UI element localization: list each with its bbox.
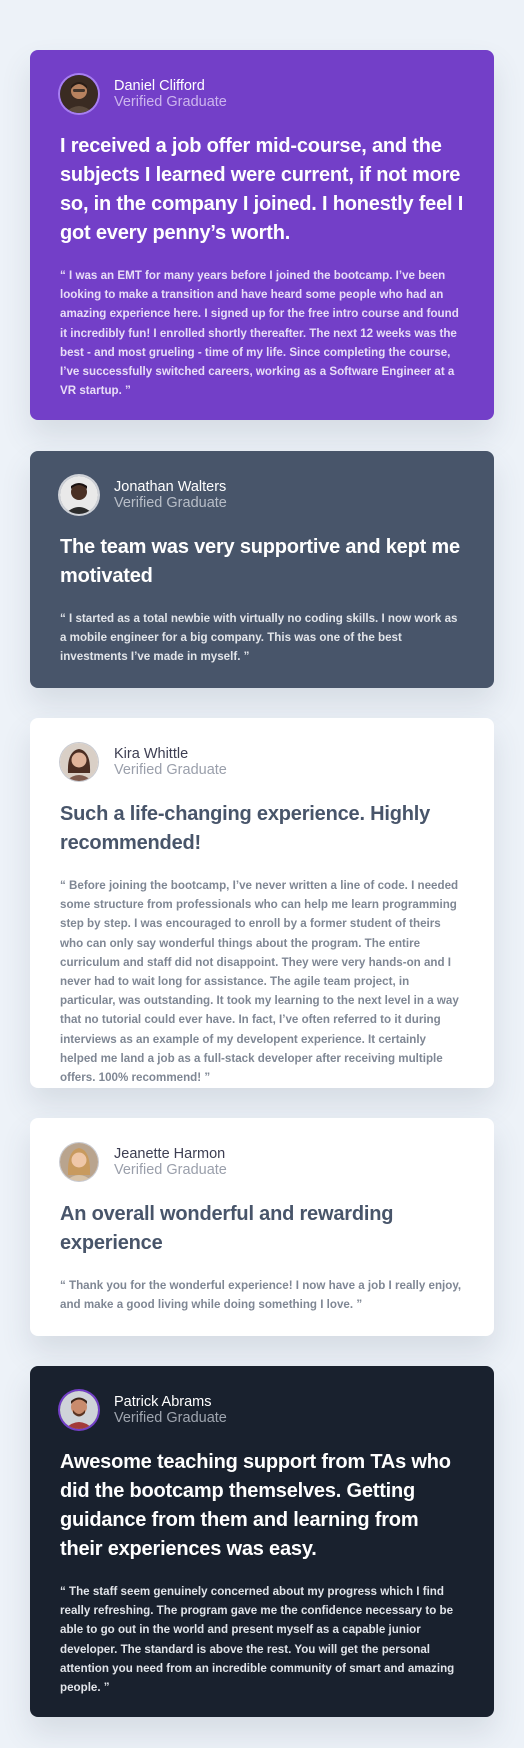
testimonials-page: Daniel Clifford Verified Graduate I rece… [0,0,524,1748]
author-role: Verified Graduate [114,1410,227,1426]
testimonial-card: Patrick Abrams Verified Graduate Awesome… [30,1366,494,1717]
avatar [60,743,98,781]
author-name: Kira Whittle [114,746,189,762]
avatar [60,75,98,113]
testimonial-card: Jonathan Walters Verified Graduate The t… [30,451,494,688]
testimonial-quote: “ I was an EMT for many years before I j… [60,269,459,398]
author-role: Verified Graduate [114,94,227,110]
testimonial-quote: “ Thank you for the wonderful experience… [60,1279,462,1312]
author-role: Verified Graduate [114,495,227,511]
testimonial-author: Kira Whittle Verified Graduate [60,742,464,782]
testimonial-author: Jeanette Harmon Verified Graduate [60,1142,464,1182]
testimonial-author: Daniel Clifford Verified Graduate [60,74,464,114]
testimonial-card: Daniel Clifford Verified Graduate I rece… [30,50,494,420]
avatar-patrick-abrams-icon [60,1391,98,1429]
testimonial-headline: Such a life-changing experience. Highly … [60,803,431,854]
avatar [60,1143,98,1181]
avatar-jeanette-harmon-icon [60,1143,98,1181]
testimonial-quote: “ I started as a total newbie with virtu… [60,612,458,664]
avatar-jonathan-walters-icon [60,476,98,514]
author-name: Patrick Abrams [114,1394,212,1410]
testimonial-card: Kira Whittle Verified Graduate Such a li… [30,718,494,1088]
testimonial-quote: “ The staff seem genuinely concerned abo… [60,1585,455,1695]
avatar [60,476,98,514]
testimonial-quote: “ Before joining the bootcamp, I’ve neve… [60,879,459,1085]
author-role: Verified Graduate [114,762,227,778]
author-name: Jonathan Walters [114,479,227,495]
testimonial-author: Patrick Abrams Verified Graduate [60,1390,464,1430]
author-role: Verified Graduate [114,1162,227,1178]
testimonial-headline: Awesome teaching support from TAs who di… [60,1451,451,1560]
avatar-daniel-clifford-icon [60,75,98,113]
author-name: Daniel Clifford [114,78,205,94]
testimonial-headline: I received a job offer mid-course, and t… [60,135,464,244]
author-name: Jeanette Harmon [114,1146,226,1162]
testimonial-author: Jonathan Walters Verified Graduate [60,475,464,515]
testimonial-headline: The team was very supportive and kept me… [60,536,460,587]
testimonial-card: Jeanette Harmon Verified Graduate An ove… [30,1118,494,1336]
testimonial-headline: An overall wonderful and rewarding exper… [60,1203,394,1254]
avatar [60,1391,98,1429]
avatar-kira-whittle-icon [60,743,98,781]
